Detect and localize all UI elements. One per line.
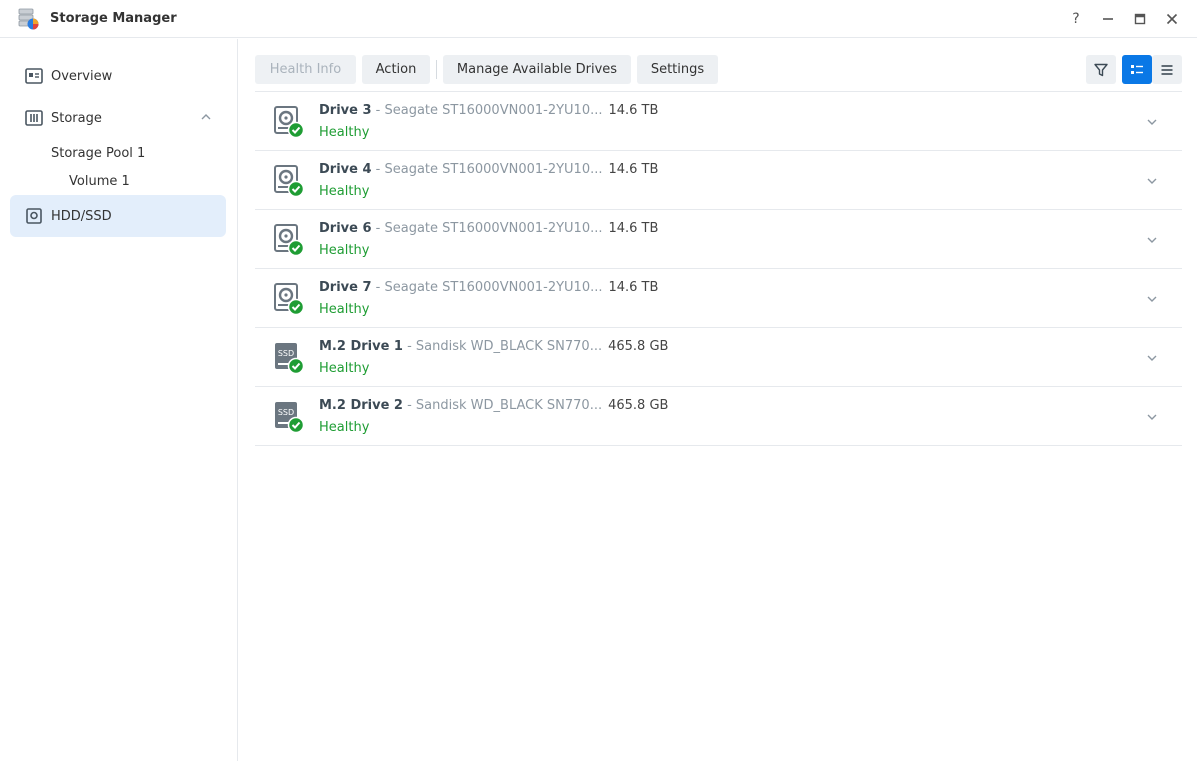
hdd-healthy-icon <box>274 224 304 257</box>
drive-name: Drive 4 <box>319 162 372 177</box>
drive-status: Healthy <box>319 302 370 317</box>
drive-name: M.2 Drive 1 <box>319 339 403 354</box>
sidebar-item-label: Storage <box>51 110 102 126</box>
chevron-down-icon[interactable] <box>1146 116 1158 128</box>
hdd-healthy-icon <box>274 165 304 198</box>
drive-size: 465.8 GB <box>608 339 669 354</box>
minimize-button[interactable] <box>1097 8 1119 30</box>
ssd-healthy-icon: SSD <box>275 402 304 434</box>
drive-size: 14.6 TB <box>608 221 659 236</box>
sidebar-item-storage[interactable]: Storage <box>10 98 226 138</box>
drive-size: 14.6 TB <box>608 162 659 177</box>
drive-row[interactable]: SSD M.2 Drive 2 - Sandisk WD_BLACK SN770… <box>255 387 1182 446</box>
sidebar-item-label: Overview <box>51 68 113 84</box>
ssd-badge-text: SSD <box>278 408 294 417</box>
toolbar-divider <box>436 60 437 79</box>
drive-name: Drive 7 <box>319 280 372 295</box>
ssd-badge-text: SSD <box>278 349 294 358</box>
drive-row[interactable]: SSD M.2 Drive 1 - Sandisk WD_BLACK SN770… <box>255 328 1182 387</box>
drive-status: Healthy <box>319 361 370 376</box>
drive-size: 14.6 TB <box>608 103 659 118</box>
sidebar-item-label: HDD/SSD <box>51 208 112 224</box>
sidebar-item-volume-1[interactable]: Volume 1 <box>69 174 130 189</box>
ssd-healthy-icon: SSD <box>275 343 304 375</box>
close-icon <box>1166 13 1178 25</box>
hdd-healthy-icon <box>274 283 304 316</box>
drive-model: - Seagate ST16000VN001-2YU10... <box>371 103 603 118</box>
drive-model: - Sandisk WD_BLACK SN770... <box>402 339 603 354</box>
drive-name: Drive 3 <box>319 103 372 118</box>
sidebar-item-hdd-ssd[interactable]: HDD/SSD <box>10 195 226 237</box>
detail-list-icon <box>1131 64 1143 74</box>
drive-size: 14.6 TB <box>608 280 659 295</box>
hdd-healthy-icon <box>274 106 304 139</box>
chevron-down-icon[interactable] <box>1146 234 1158 246</box>
drive-model: - Seagate ST16000VN001-2YU10... <box>371 280 603 295</box>
sidebar-item-storage-pool-1[interactable]: Storage Pool 1 <box>51 146 145 161</box>
close-button[interactable] <box>1161 8 1183 30</box>
drive-status: Healthy <box>319 184 370 199</box>
help-button[interactable]: ? <box>1065 8 1087 30</box>
drive-row[interactable]: Drive 4 - Seagate ST16000VN001-2YU10... 1… <box>255 151 1182 210</box>
drive-model: - Seagate ST16000VN001-2YU10... <box>371 162 603 177</box>
manage-available-drives-button[interactable]: Manage Available Drives <box>443 55 631 84</box>
drive-row[interactable]: Drive 3 - Seagate ST16000VN001-2YU10... 1… <box>255 92 1182 151</box>
drive-row[interactable]: Drive 7 - Seagate ST16000VN001-2YU10... 1… <box>255 269 1182 328</box>
drive-name: Drive 6 <box>319 221 372 236</box>
filter-icon <box>1094 63 1108 76</box>
drive-model: - Sandisk WD_BLACK SN770... <box>402 398 603 413</box>
chevron-down-icon[interactable] <box>1146 411 1158 423</box>
drive-row[interactable]: Drive 6 - Seagate ST16000VN001-2YU10... 1… <box>255 210 1182 269</box>
minimize-icon <box>1103 18 1113 20</box>
drive-status: Healthy <box>319 420 370 435</box>
list-icon <box>1161 64 1173 75</box>
maximize-icon <box>1134 13 1146 25</box>
chevron-down-icon[interactable] <box>1146 293 1158 305</box>
chevron-up-icon[interactable] <box>200 111 212 123</box>
drive-status: Healthy <box>319 125 370 140</box>
sidebar: Overview Storage Storage Pool 1 Volume 1… <box>0 39 238 761</box>
drive-name: M.2 Drive 2 <box>319 398 403 413</box>
storage-manager-app-icon <box>18 8 39 30</box>
settings-button[interactable]: Settings <box>637 55 718 84</box>
drive-size: 465.8 GB <box>608 398 669 413</box>
filter-button[interactable] <box>1086 55 1116 84</box>
list-view-button[interactable] <box>1152 55 1182 84</box>
drive-model: - Seagate ST16000VN001-2YU10... <box>371 221 603 236</box>
hdd-icon <box>26 208 42 224</box>
chevron-down-icon[interactable] <box>1146 352 1158 364</box>
title-bar: Storage Manager ? <box>0 0 1197 38</box>
health-info-button[interactable]: Health Info <box>255 55 356 84</box>
drive-status: Healthy <box>319 243 370 258</box>
window-title: Storage Manager <box>50 11 177 26</box>
detail-view-button[interactable] <box>1122 55 1152 84</box>
maximize-button[interactable] <box>1129 8 1151 30</box>
action-button[interactable]: Action <box>362 55 430 84</box>
sidebar-item-overview[interactable]: Overview <box>10 56 226 96</box>
storage-icon <box>25 110 43 126</box>
overview-icon <box>25 68 43 84</box>
chevron-down-icon[interactable] <box>1146 175 1158 187</box>
